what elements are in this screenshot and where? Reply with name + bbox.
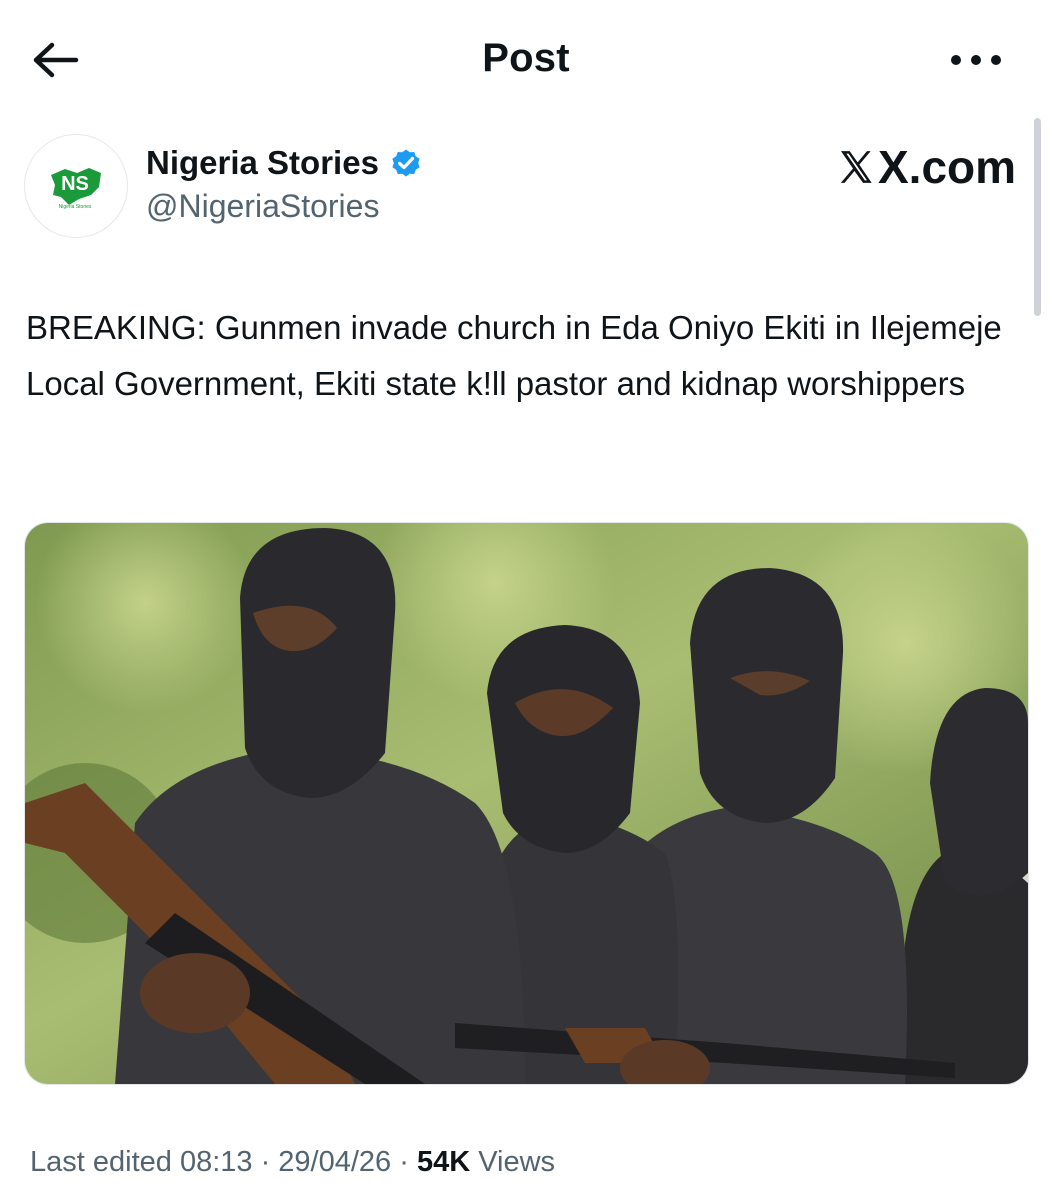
author-name-row: Nigeria Stories <box>146 144 423 182</box>
x-logo-icon <box>840 151 872 183</box>
last-edited-time[interactable]: Last edited 08:13 <box>30 1146 253 1178</box>
scrollbar[interactable] <box>1034 118 1041 316</box>
views-count[interactable]: 54K <box>417 1146 470 1178</box>
more-horizontal-icon <box>951 55 1001 65</box>
photo-masked-gunmen <box>25 523 1028 1084</box>
author-handle[interactable]: @NigeriaStories <box>146 188 379 225</box>
x-com-watermark: X.com <box>836 140 1016 194</box>
meta-separator: · <box>391 1146 417 1178</box>
avatar[interactable]: NS Nigeria Stories <box>24 134 128 238</box>
post-text: BREAKING: Gunmen invade church in Eda On… <box>26 309 1002 402</box>
views-label: Views <box>470 1146 556 1178</box>
x-com-text: X.com <box>878 141 1017 193</box>
avatar-logo-subtext: Nigeria Stories <box>59 204 92 210</box>
verified-badge-icon <box>392 149 420 177</box>
post-date[interactable]: 29/04/26 <box>278 1146 391 1178</box>
author-name[interactable]: Nigeria Stories <box>146 144 379 182</box>
post-image[interactable] <box>24 522 1029 1085</box>
page-title: Post <box>482 36 570 80</box>
top-bar: Post <box>0 0 1052 120</box>
post-meta: Last edited 08:13 · 29/04/26 · 54K Views <box>30 1146 555 1179</box>
more-button[interactable] <box>948 50 1004 70</box>
meta-separator: · <box>252 1146 279 1178</box>
nigeria-stories-logo-icon: NS Nigeria Stories <box>51 168 101 210</box>
avatar-logo-text: NS <box>61 173 89 195</box>
